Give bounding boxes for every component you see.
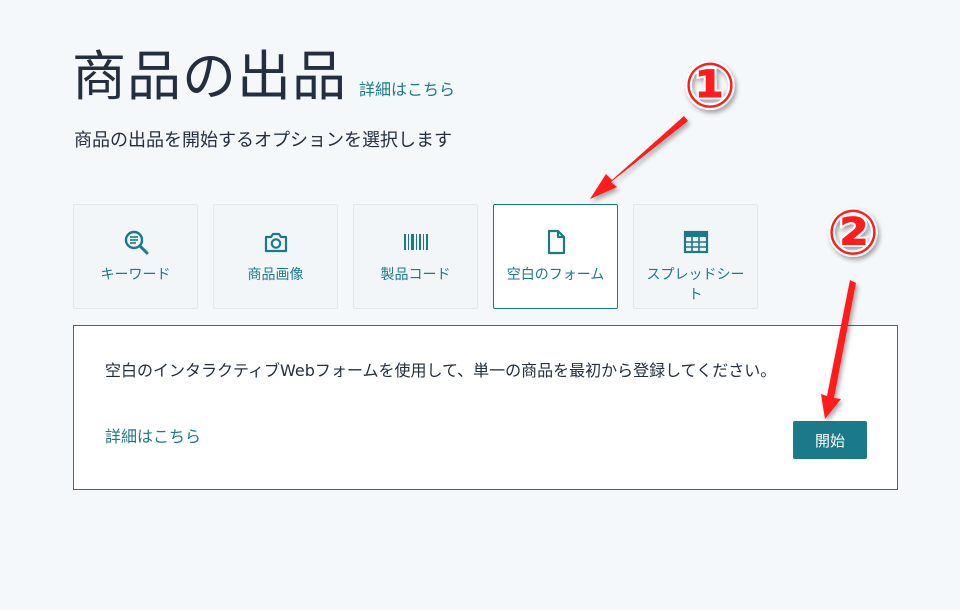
marker-2-label: ② [827, 196, 880, 269]
annotation-marker-2: ② [825, 194, 882, 271]
option-label: キーワード [100, 267, 171, 283]
option-label: 製品コード [380, 267, 451, 283]
start-button[interactable]: 開始 [793, 421, 867, 459]
option-product-code[interactable]: 製品コード [353, 204, 478, 309]
option-product-image[interactable]: 商品画像 [213, 204, 338, 309]
page-subtitle: 商品の出品を開始するオプションを選択します [74, 130, 452, 151]
option-spreadsheet[interactable]: スプレッドシート [633, 204, 758, 309]
option-description: 空白のインタラクティブWebフォームを使用して、単一の商品を最初から登録してくだ… [105, 361, 777, 380]
detail-learn-more-link[interactable]: 詳細はこちら [105, 423, 201, 447]
option-label: 空白のフォーム [506, 267, 605, 283]
camera-icon [263, 229, 289, 255]
option-label: 商品画像 [247, 267, 304, 283]
option-detail-panel: 空白のインタラクティブWebフォームを使用して、単一の商品を最初から登録してくだ… [73, 325, 898, 490]
annotation-arrow-1 [590, 116, 688, 199]
spreadsheet-icon [683, 229, 709, 255]
document-icon [543, 229, 569, 255]
learn-more-link[interactable]: 詳細はこちら [359, 76, 455, 100]
page: 商品の出品 詳細はこちら 商品の出品を開始するオプションを選択します キーワード [0, 0, 960, 610]
barcode-icon [403, 229, 429, 255]
option-keyword[interactable]: キーワード [73, 204, 198, 309]
annotation-marker-1: ① [682, 47, 739, 124]
option-cards: キーワード 商品画像 製品コード 空白のフォーム スプレッドシート [73, 204, 758, 309]
option-blank-form[interactable]: 空白のフォーム [493, 204, 618, 309]
title-row: 商品の出品 詳細はこちら [72, 50, 455, 104]
option-label: スプレッドシート [646, 267, 745, 303]
page-title: 商品の出品 [72, 45, 347, 108]
marker-1-label: ① [684, 49, 737, 122]
keyword-search-icon [123, 229, 149, 255]
